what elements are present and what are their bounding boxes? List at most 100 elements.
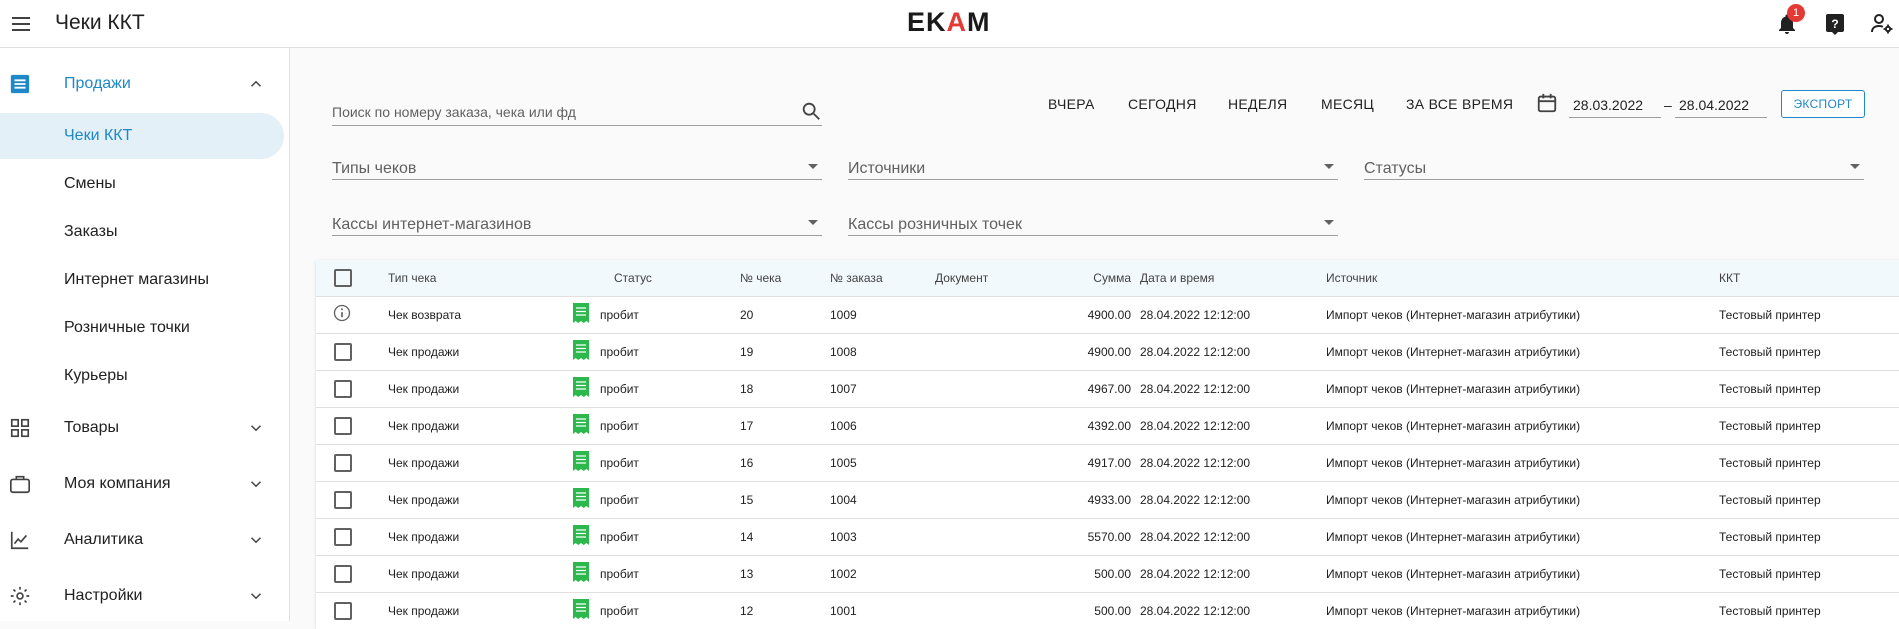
search-input[interactable] (332, 98, 822, 125)
sidebar-item-sales[interactable]: Продажи (0, 60, 285, 108)
table-row[interactable]: Чек продажи пробит 16 1005 4917.00 28.04.2022… (316, 445, 1899, 482)
period-all-time[interactable]: ЗА ВСЕ ВРЕМЯ (1406, 96, 1513, 112)
info-icon[interactable] (332, 303, 352, 323)
cell-status: пробит (600, 382, 639, 396)
sidebar-item-online-stores[interactable]: Интернет магазины (0, 257, 284, 303)
retail-registers-placeholder: Кассы розничных точек (848, 216, 1022, 233)
column-header-document[interactable]: Документ (935, 271, 988, 285)
column-header-order-number[interactable]: № заказа (830, 271, 883, 285)
online-registers-select[interactable]: Кассы интернет-магазинов (332, 208, 822, 236)
sidebar-item-label: Розничные точки (64, 319, 190, 336)
cell-order-number: 1003 (830, 530, 857, 544)
select-all-checkbox[interactable] (334, 269, 352, 287)
table-row[interactable]: Чек продажи пробит 19 1008 4900.00 28.04.2022… (316, 334, 1899, 371)
sidebar-item-settings[interactable]: Настройки (0, 572, 285, 620)
period-yesterday[interactable]: ВЧЕРА (1048, 96, 1095, 112)
cell-order-number: 1007 (830, 382, 857, 396)
search-icon[interactable] (800, 100, 822, 122)
sidebar-item-company[interactable]: Моя компания (0, 460, 285, 508)
column-header-source[interactable]: Источник (1326, 271, 1377, 285)
sidebar-item-retail-points[interactable]: Розничные точки (0, 305, 284, 351)
column-header-status[interactable]: Статус (614, 271, 652, 285)
sidebar-item-label: Аналитика (64, 531, 144, 548)
sidebar-item-label: Моя компания (64, 475, 171, 492)
table-row[interactable]: Чек продажи пробит 12 1001 500.00 28.04.2022 … (316, 593, 1899, 629)
cell-sum: 5570.00 (1087, 530, 1131, 544)
cell-order-number: 1001 (830, 604, 857, 618)
row-checkbox[interactable] (334, 380, 352, 398)
cell-datetime: 28.04.2022 12:12:00 (1140, 493, 1251, 507)
sidebar-item-label: Настройки (64, 587, 143, 604)
receipt-icon (573, 451, 589, 471)
date-from-field[interactable]: 28.03.2022 (1569, 94, 1661, 118)
table-row[interactable]: Чек продажи пробит 13 1002 500.00 28.04.2022 … (316, 556, 1899, 593)
grid-icon (10, 418, 30, 438)
date-separator: – (1664, 97, 1672, 113)
receipt-types-select[interactable]: Типы чеков (332, 152, 822, 180)
cell-sum: 4900.00 (1087, 345, 1131, 359)
receipt-icon (573, 599, 589, 619)
dropdown-arrow-icon (1324, 220, 1334, 225)
period-today[interactable]: СЕГОДНЯ (1128, 96, 1197, 112)
row-checkbox[interactable] (334, 528, 352, 546)
logo[interactable]: EKAM (907, 7, 991, 38)
menu-icon[interactable] (10, 12, 34, 36)
cell-kkt: Тестовый принтер (1719, 345, 1821, 359)
sidebar-item-orders[interactable]: Заказы (0, 209, 284, 255)
export-button[interactable]: ЭКСПОРТ (1781, 90, 1865, 118)
row-checkbox[interactable] (334, 417, 352, 435)
table-row[interactable]: Чек продажи пробит 18 1007 4967.00 28.04.2022… (316, 371, 1899, 408)
account-settings-icon[interactable] (1870, 12, 1894, 36)
row-checkbox[interactable] (334, 343, 352, 361)
cell-order-number: 1004 (830, 493, 857, 507)
column-header-type[interactable]: Тип чека (388, 271, 436, 285)
period-month[interactable]: МЕСЯЦ (1321, 96, 1374, 112)
sidebar-item-label: Продажи (64, 75, 131, 92)
cell-type: Чек продажи (388, 382, 460, 396)
sidebar-item-couriers[interactable]: Курьеры (0, 353, 284, 399)
table-row[interactable]: Чек возврата пробит 20 1009 4900.00 28.04.202… (316, 297, 1899, 334)
cell-receipt-number: 12 (740, 604, 754, 618)
cell-datetime: 28.04.2022 12:12:00 (1140, 530, 1251, 544)
sidebar-item-analytics[interactable]: Аналитика (0, 516, 285, 564)
svg-text:?: ? (1831, 17, 1838, 31)
cell-status: пробит (600, 456, 639, 470)
online-registers-placeholder: Кассы интернет-магазинов (332, 216, 532, 233)
date-to-field[interactable]: 28.04.2022 (1675, 94, 1767, 118)
cell-receipt-number: 16 (740, 456, 754, 470)
column-header-datetime[interactable]: Дата и время (1140, 271, 1214, 285)
sources-placeholder: Источники (848, 160, 926, 177)
top-bar: Чеки ККТ EKAM 1 ? (0, 0, 1899, 48)
period-week[interactable]: НЕДЕЛЯ (1228, 96, 1287, 112)
sidebar-item-receipts[interactable]: Чеки ККТ (0, 113, 284, 159)
retail-registers-select[interactable]: Кассы розничных точек (848, 208, 1338, 236)
table-header: Тип чека Статус № чека № заказа Документ… (316, 260, 1899, 297)
column-header-kkt[interactable]: ККТ (1719, 271, 1740, 285)
column-header-receipt-number[interactable]: № чека (740, 271, 781, 285)
sidebar-item-goods[interactable]: Товары (0, 404, 285, 452)
cell-order-number: 1009 (830, 308, 857, 322)
row-checkbox[interactable] (334, 565, 352, 583)
sidebar-item-label: Интернет магазины (64, 271, 209, 288)
briefcase-icon (10, 475, 30, 494)
cell-type: Чек продажи (388, 345, 460, 359)
receipts-table: Тип чека Статус № чека № заказа Документ… (316, 260, 1899, 629)
calendar-icon[interactable] (1536, 92, 1558, 114)
table-row[interactable]: Чек продажи пробит 14 1003 5570.00 28.04.2022… (316, 519, 1899, 556)
sources-select[interactable]: Источники (848, 152, 1338, 180)
table-row[interactable]: Чек продажи пробит 17 1006 4392.00 28.04.2022… (316, 408, 1899, 445)
sidebar-item-shifts[interactable]: Смены (0, 161, 284, 207)
column-header-sum[interactable]: Сумма (1056, 271, 1131, 285)
chevron-down-icon (250, 481, 262, 488)
cell-datetime: 28.04.2022 12:12:00 (1140, 456, 1251, 470)
statuses-select[interactable]: Статусы (1364, 152, 1864, 180)
row-checkbox[interactable] (334, 602, 352, 620)
table-row[interactable]: Чек продажи пробит 15 1004 4933.00 28.04.2022… (316, 482, 1899, 519)
cell-datetime: 28.04.2022 12:12:00 (1140, 382, 1251, 396)
row-checkbox[interactable] (334, 454, 352, 472)
help-icon[interactable]: ? (1823, 12, 1847, 36)
dropdown-arrow-icon (808, 164, 818, 169)
cell-datetime: 28.04.2022 12:12:00 (1140, 567, 1251, 581)
dropdown-arrow-icon (1324, 164, 1334, 169)
row-checkbox[interactable] (334, 491, 352, 509)
